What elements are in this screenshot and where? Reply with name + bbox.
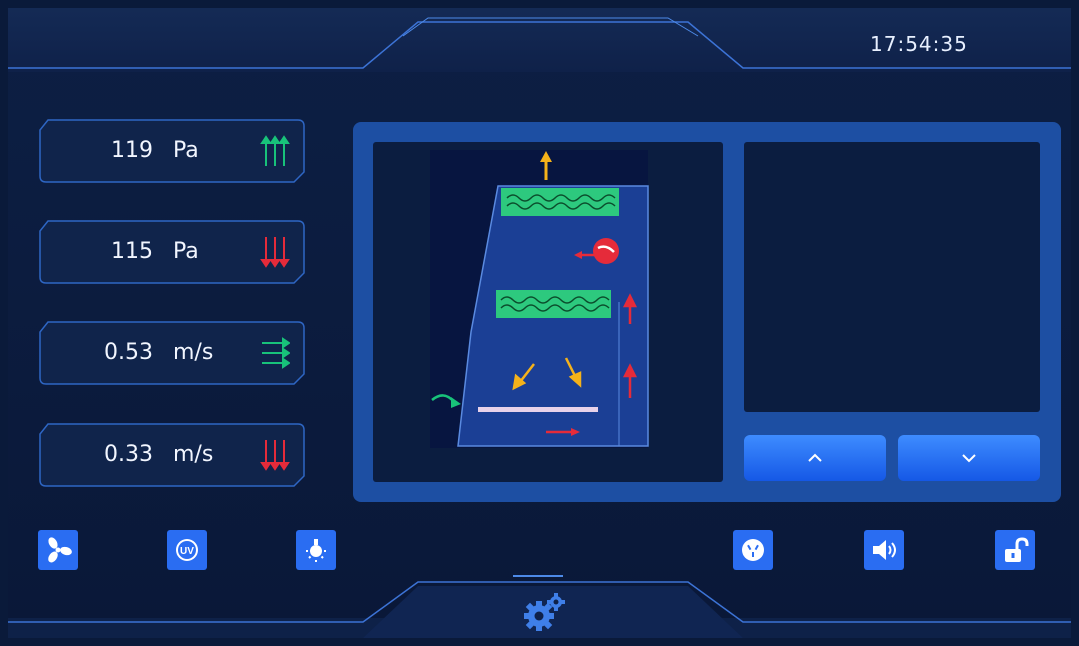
sensor-value: 0.33 xyxy=(104,442,153,467)
unlock-icon xyxy=(1005,537,1029,562)
main-panel xyxy=(353,122,1061,502)
sensor-unit: Pa xyxy=(173,138,199,163)
chevron-down-icon xyxy=(962,454,976,463)
sensor-unit: m/s xyxy=(173,442,214,467)
sensor-value: 0.53 xyxy=(104,340,153,365)
sensor-value: 119 xyxy=(111,138,153,163)
light-icon xyxy=(306,539,326,562)
sensor-value: 115 xyxy=(111,239,153,264)
socket-icon xyxy=(742,539,764,561)
arrows-down-icon xyxy=(260,237,290,268)
scroll-up-button[interactable] xyxy=(744,435,886,481)
fan-icon xyxy=(48,537,72,563)
lock-button[interactable] xyxy=(995,530,1035,570)
lower-filter xyxy=(496,290,611,318)
sensor-readout: 115 Pa xyxy=(38,219,306,285)
sensor-readout: 119 Pa xyxy=(38,118,306,184)
svg-text:UV: UV xyxy=(180,546,194,557)
sensor-readout: 0.33 m/s xyxy=(38,422,306,488)
arrows-right-icon xyxy=(262,337,290,369)
settings-gear-icon[interactable] xyxy=(519,590,569,634)
speaker-icon xyxy=(873,540,896,560)
light-button[interactable] xyxy=(296,530,336,570)
socket-button[interactable] xyxy=(733,530,773,570)
fan-button[interactable] xyxy=(38,530,78,570)
work-surface xyxy=(478,407,598,412)
chevron-up-icon xyxy=(808,453,822,462)
app-frame: 17:54:35 119 Pa 115 Pa 0.53 m/s 0.33 m/s… xyxy=(8,8,1071,638)
sensor-unit: Pa xyxy=(173,239,199,264)
uv-button[interactable]: UV xyxy=(167,530,207,570)
airflow-diagram-area xyxy=(373,142,723,482)
sound-button[interactable] xyxy=(864,530,904,570)
sensor-readout: 0.53 m/s xyxy=(38,320,306,386)
sensor-unit: m/s xyxy=(173,340,214,365)
airflow-diagram xyxy=(430,150,649,448)
clock-display: 17:54:35 xyxy=(870,32,968,56)
uv-icon: UV xyxy=(176,539,198,561)
upper-filter xyxy=(501,188,619,216)
arrows-down-icon xyxy=(260,440,290,471)
arrows-up-icon xyxy=(260,135,290,166)
scroll-down-button[interactable] xyxy=(898,435,1040,481)
display-screen xyxy=(744,142,1040,412)
